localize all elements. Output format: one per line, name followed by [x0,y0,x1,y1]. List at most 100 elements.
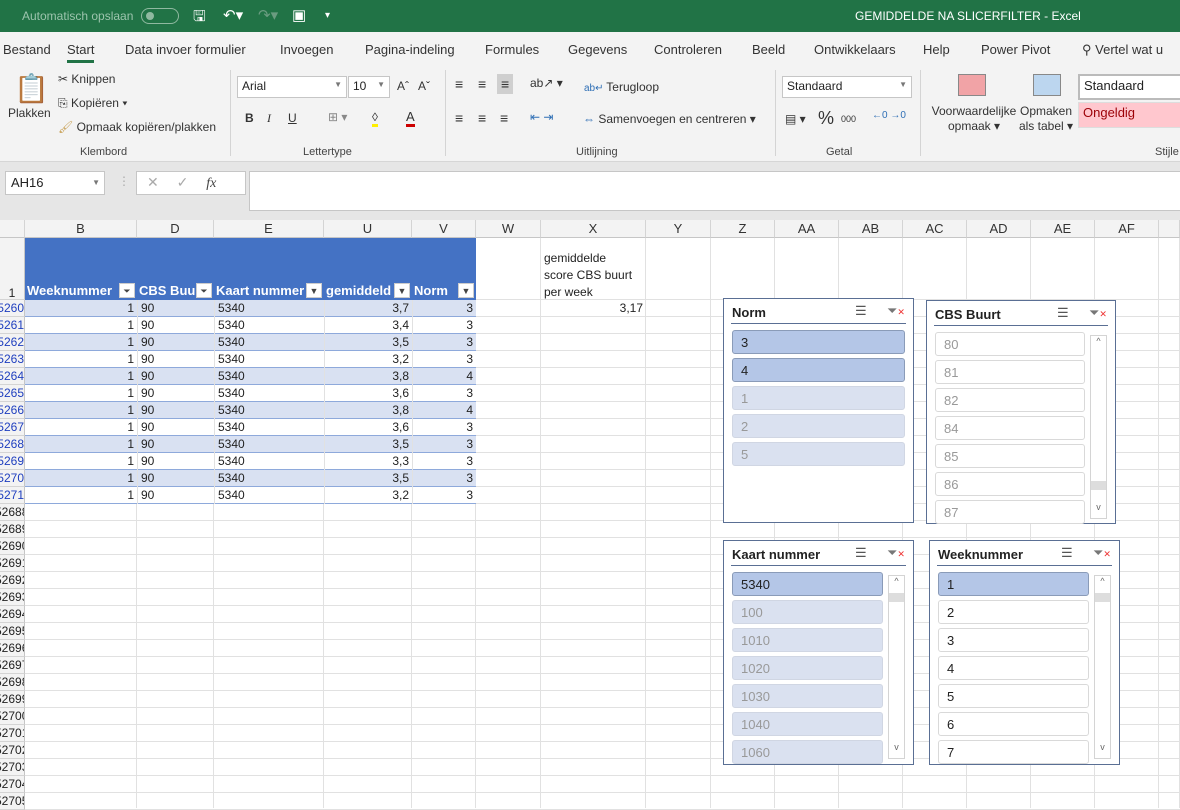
name-box[interactable]: AH16 ▼ [5,171,105,195]
table-cell[interactable]: 5340 [214,351,324,368]
redo-icon[interactable]: ↷▾ [258,6,278,24]
scroll-up-icon[interactable]: ^ [1095,576,1110,592]
scroll-down-icon[interactable]: v [1091,502,1106,518]
tab-gegevens[interactable]: Gegevens [568,42,627,57]
tab-ontwikkelaars[interactable]: Ontwikkelaars [814,42,896,57]
paste-icon[interactable]: 📋 [14,72,49,105]
slicer-item[interactable]: 3 [732,330,905,354]
row-header[interactable]: 52702 [0,742,25,759]
table-cell[interactable]: 3 [412,334,476,351]
scroll-down-icon[interactable]: v [889,742,904,758]
tab-help[interactable]: Help [923,42,950,57]
tab-start[interactable]: Start [67,42,95,63]
column-header-D[interactable]: D [137,220,214,238]
row-header[interactable]: 5271 [0,487,25,504]
format-as-table-button[interactable]: Opmaken als tabel ▾ [1018,104,1074,134]
table-cell[interactable]: 1 [25,300,137,317]
slicer-item[interactable]: 1060 [732,740,883,764]
cancel-icon[interactable]: ✕ [147,174,159,190]
table-cell[interactable]: 3,5 [324,334,412,351]
grow-font-icon[interactable]: Aˆ [397,79,409,93]
worksheet-grid[interactable]: BDEUVWXYZAAABACADAEAF1526052615262526352… [0,220,1180,810]
table-cell[interactable]: 5340 [214,334,324,351]
merge-center-button[interactable]: ⇔ Samenvoegen en centreren ▾ [583,112,756,126]
table-cell[interactable]: 5340 [214,368,324,385]
table-cell[interactable]: 90 [137,453,214,470]
slicer-item[interactable]: 1 [938,572,1089,596]
table-cell[interactable]: 5340 [214,402,324,419]
align-middle-icon[interactable]: ≡ [478,76,486,92]
row-header[interactable]: 5261 [0,317,25,334]
column-header-V[interactable]: V [412,220,476,238]
form-icon[interactable]: ▣ [292,6,306,24]
table-cell[interactable]: 1 [25,385,137,402]
table-cell[interactable]: 90 [137,317,214,334]
table-cell[interactable]: 5340 [214,300,324,317]
column-header-W[interactable]: W [476,220,541,238]
row-header[interactable]: 5263 [0,351,25,368]
font-size-select[interactable]: 10 ▼ [348,76,390,98]
tab-data-invoer-formulier[interactable]: Data invoer formulier [125,42,246,57]
underline-button[interactable]: U [288,111,297,125]
table-cell[interactable]: 5340 [214,453,324,470]
row-header[interactable]: 52699 [0,691,25,708]
table-cell[interactable]: 1 [25,334,137,351]
tab-bestand[interactable]: Bestand [3,42,51,57]
column-header-U[interactable]: U [324,220,412,238]
autosave-toggle[interactable] [141,8,179,24]
row-header[interactable]: 5265 [0,385,25,402]
column-header-B[interactable]: B [25,220,137,238]
scroll-down-icon[interactable]: v [1095,742,1110,758]
table-cell[interactable]: 3,5 [324,470,412,487]
table-cell[interactable]: 5340 [214,470,324,487]
table-cell[interactable]: 5340 [214,419,324,436]
align-right-icon[interactable]: ≡ [500,110,508,126]
tab-beeld[interactable]: Beeld [752,42,785,57]
scroll-thumb[interactable] [889,593,904,602]
table-cell[interactable]: 3 [412,351,476,368]
fill-color-icon[interactable]: ◊ [372,110,378,127]
scroll-thumb[interactable] [1091,481,1106,490]
table-cell[interactable]: 3,6 [324,419,412,436]
slicer-cbs-buurt[interactable]: CBS Buurt ☰ ⏷✕ 80 81 82 84 85 86 87 ^ v [926,300,1116,524]
slicer-item[interactable]: 5 [732,442,905,466]
bold-button[interactable]: B [245,111,254,125]
multi-select-icon[interactable]: ☰ [855,303,867,319]
table-cell[interactable]: 5340 [214,385,324,402]
row-header[interactable]: 52693 [0,589,25,606]
table-cell[interactable]: 3 [412,419,476,436]
slicer-item[interactable]: 4 [938,656,1089,680]
customize-qat-icon[interactable]: ▾ [325,10,330,21]
slicer-kaart-nummer[interactable]: Kaart nummer ☰ ⏷✕ 5340 100 1010 1020 1030 1040 10… [723,540,914,765]
slicer-scrollbar[interactable]: ^ v [1090,335,1107,519]
table-cell[interactable]: 3,8 [324,402,412,419]
slicer-item[interactable]: 80 [935,332,1085,356]
table-cell[interactable]: 1 [25,453,137,470]
number-format-select[interactable]: Standaard ▼ [782,76,912,98]
percent-button[interactable]: % [818,108,834,129]
tab-controleren[interactable]: Controleren [654,42,722,57]
row-header[interactable]: 52690 [0,538,25,555]
column-header-AE[interactable]: AE [1031,220,1095,238]
slicer-item[interactable]: 2 [938,600,1089,624]
filter-applied-icon[interactable]: ⏷ [196,283,212,298]
formula-input[interactable] [249,171,1180,211]
slicer-item[interactable]: 81 [935,360,1085,384]
row-header[interactable]: 5270 [0,470,25,487]
dropdown-arrow-icon[interactable]: ▼ [394,283,410,298]
copy-button[interactable]: ⎘ Kopiëren ▾ [58,96,127,111]
undo-icon[interactable]: ↶▾ [223,6,243,24]
slicer-scrollbar[interactable]: ^ v [888,575,905,759]
orientation-icon[interactable]: ab↗ ▾ [530,76,563,90]
row-header[interactable]: 52697 [0,657,25,674]
summary-value[interactable]: 3,17 [541,300,646,317]
row-header[interactable]: 52689 [0,521,25,538]
table-cell[interactable]: 4 [412,368,476,385]
shrink-font-icon[interactable]: Aˇ [418,79,430,93]
row-header[interactable]: 52691 [0,555,25,572]
table-cell[interactable]: 1 [25,436,137,453]
table-cell[interactable]: 90 [137,334,214,351]
clear-filter-icon[interactable]: ⏷✕ [1089,305,1107,321]
format-painter-button[interactable]: 🖌 Opmaak kopiëren/plakken [58,120,216,134]
multi-select-icon[interactable]: ☰ [1057,305,1069,321]
